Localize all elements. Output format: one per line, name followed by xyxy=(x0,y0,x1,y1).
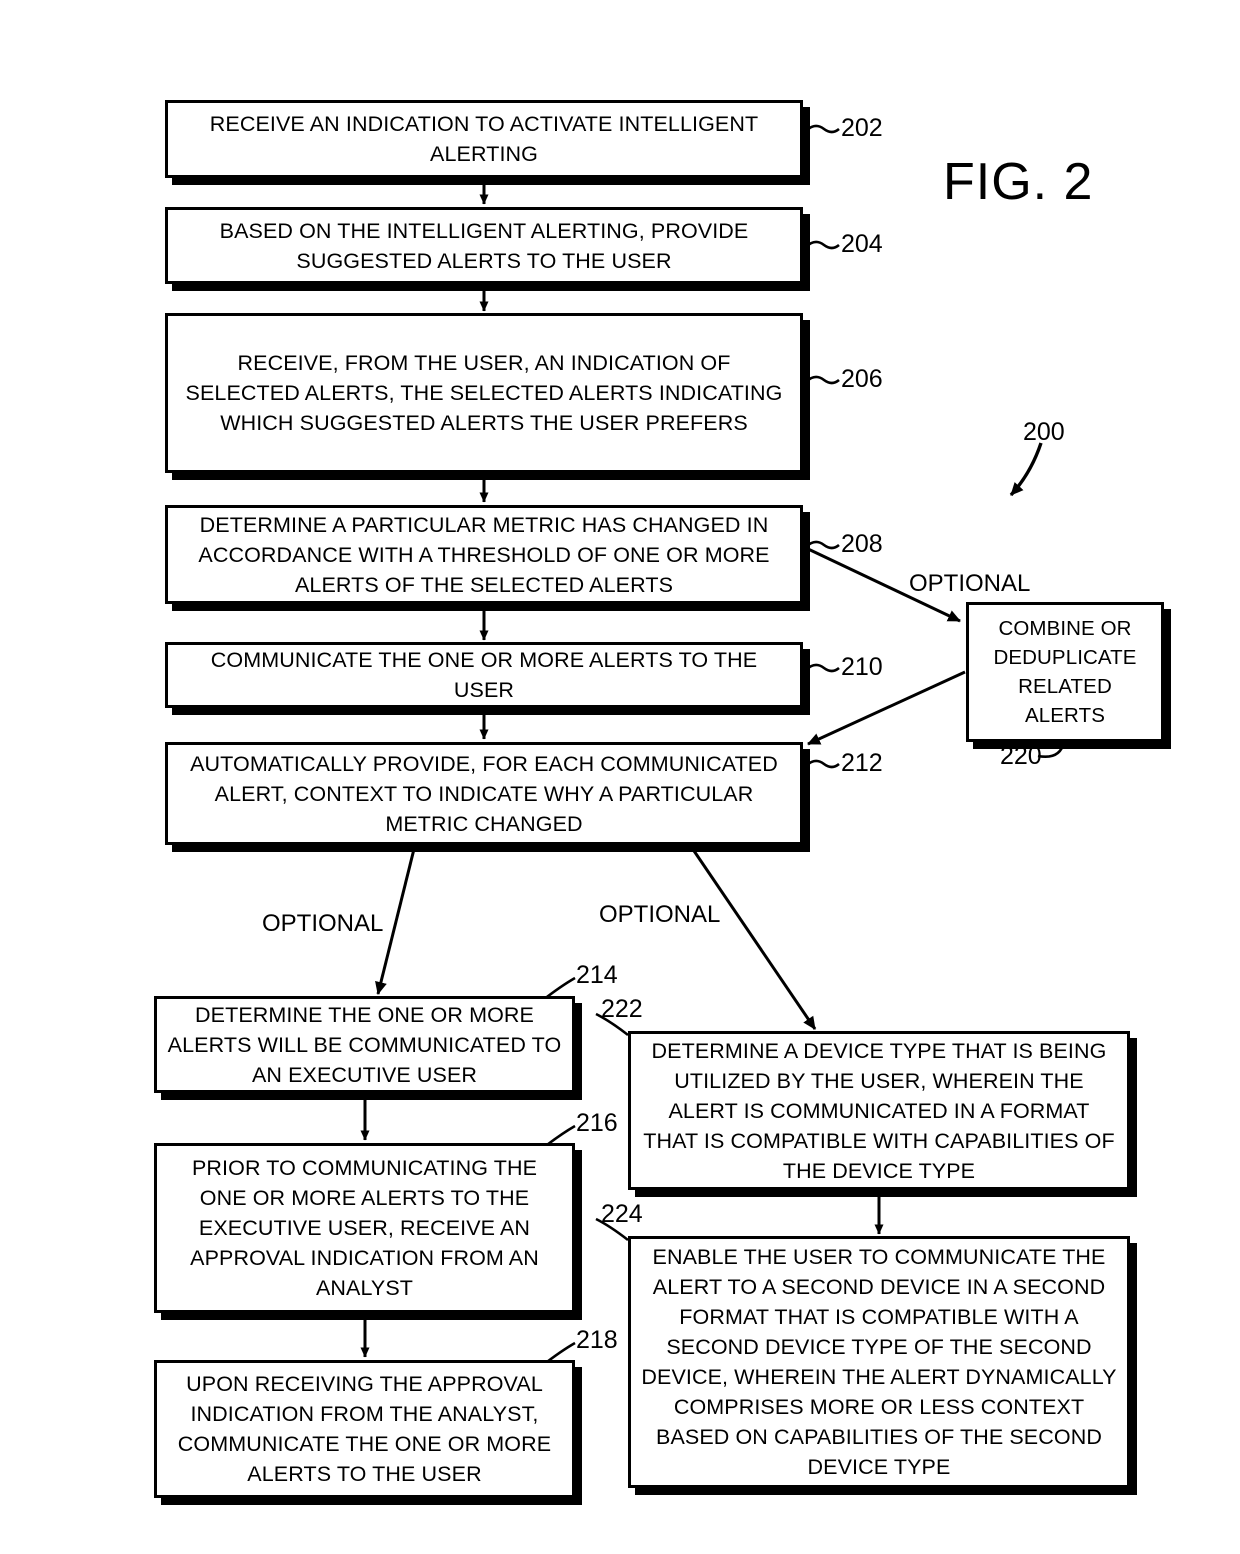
process-box-202-label: RECEIVE AN INDICATION TO ACTIVATE INTELL… xyxy=(209,112,759,166)
ref-numeral-208: 208 xyxy=(841,530,883,558)
process-box-220-label: COMBINE OR DEDUPLICATE RELATED ALERTS xyxy=(993,617,1137,727)
leader-204 xyxy=(805,240,840,250)
process-box-206: RECEIVE, FROM THE USER, AN INDICATION OF… xyxy=(165,313,803,473)
ref-numeral-202: 202 xyxy=(841,114,883,142)
edge-label-optional-208-220: OPTIONAL xyxy=(909,570,1031,597)
ref-numeral-206: 206 xyxy=(841,365,883,393)
process-box-206-label: RECEIVE, FROM THE USER, AN INDICATION OF… xyxy=(185,351,783,435)
process-box-216-label: PRIOR TO COMMUNICATING THE ONE OR MORE A… xyxy=(190,1156,539,1300)
ref-numeral-222: 222 xyxy=(601,995,643,1023)
process-box-212: AUTOMATICALLY PROVIDE, FOR EACH COMMUNIC… xyxy=(165,742,803,845)
edge-label-optional-212-222: OPTIONAL xyxy=(599,901,721,928)
process-box-224: ENABLE THE USER TO COMMUNICATE THE ALERT… xyxy=(628,1236,1130,1488)
arrow-212-to-214 xyxy=(375,844,417,995)
leader-200 xyxy=(1009,442,1043,497)
process-box-222: DETERMINE A DEVICE TYPE THAT IS BEING UT… xyxy=(628,1031,1130,1190)
leader-210 xyxy=(805,663,840,673)
ref-numeral-220: 220 xyxy=(1000,742,1042,770)
ref-numeral-204: 204 xyxy=(841,230,883,258)
process-box-218: UPON RECEIVING THE APPROVAL INDICATION F… xyxy=(154,1360,575,1498)
arrow-212-to-222 xyxy=(688,844,817,1030)
process-box-222-label: DETERMINE A DEVICE TYPE THAT IS BEING UT… xyxy=(643,1038,1115,1183)
arrow-220-to-212 xyxy=(807,670,966,746)
process-box-204: BASED ON THE INTELLIGENT ALERTING, PROVI… xyxy=(165,207,803,284)
process-box-214: DETERMINE THE ONE OR MORE ALERTS WILL BE… xyxy=(154,996,575,1093)
ref-numeral-210: 210 xyxy=(841,653,883,681)
process-box-204-label: BASED ON THE INTELLIGENT ALERTING, PROVI… xyxy=(219,218,749,273)
ref-numeral-216: 216 xyxy=(576,1109,618,1137)
process-box-214-label: DETERMINE THE ONE OR MORE ALERTS WILL BE… xyxy=(167,1002,562,1087)
process-box-216: PRIOR TO COMMUNICATING THE ONE OR MORE A… xyxy=(154,1143,575,1313)
process-box-224-label: ENABLE THE USER TO COMMUNICATE THE ALERT… xyxy=(641,1245,1117,1479)
leader-220 xyxy=(1037,741,1066,758)
leader-202 xyxy=(805,124,840,134)
process-box-212-label: AUTOMATICALLY PROVIDE, FOR EACH COMMUNIC… xyxy=(190,751,778,836)
ref-numeral-214: 214 xyxy=(576,961,618,989)
process-box-210-label: COMMUNICATE THE ONE OR MORE ALERTS TO TH… xyxy=(210,648,758,702)
leader-206 xyxy=(805,375,840,385)
ref-numeral-224: 224 xyxy=(601,1200,643,1228)
process-box-210: COMMUNICATE THE ONE OR MORE ALERTS TO TH… xyxy=(165,642,803,708)
process-box-208: DETERMINE A PARTICULAR METRIC HAS CHANGE… xyxy=(165,505,803,604)
ref-numeral-218: 218 xyxy=(576,1326,618,1354)
edge-label-optional-212-214: OPTIONAL xyxy=(262,910,384,937)
leader-208 xyxy=(805,540,840,550)
process-box-202: RECEIVE AN INDICATION TO ACTIVATE INTELL… xyxy=(165,100,803,178)
ref-numeral-200: 200 xyxy=(1023,418,1065,446)
patent-figure-page: FIG. 2 RECEIVE AN INDICATION TO ACTIVATE… xyxy=(0,0,1240,1554)
process-box-220: COMBINE OR DEDUPLICATE RELATED ALERTS xyxy=(966,602,1164,742)
ref-numeral-212: 212 xyxy=(841,749,883,777)
leader-212 xyxy=(805,759,840,769)
figure-title: FIG. 2 xyxy=(943,153,1094,211)
process-box-208-label: DETERMINE A PARTICULAR METRIC HAS CHANGE… xyxy=(198,512,770,597)
process-box-218-label: UPON RECEIVING THE APPROVAL INDICATION F… xyxy=(177,1372,552,1486)
